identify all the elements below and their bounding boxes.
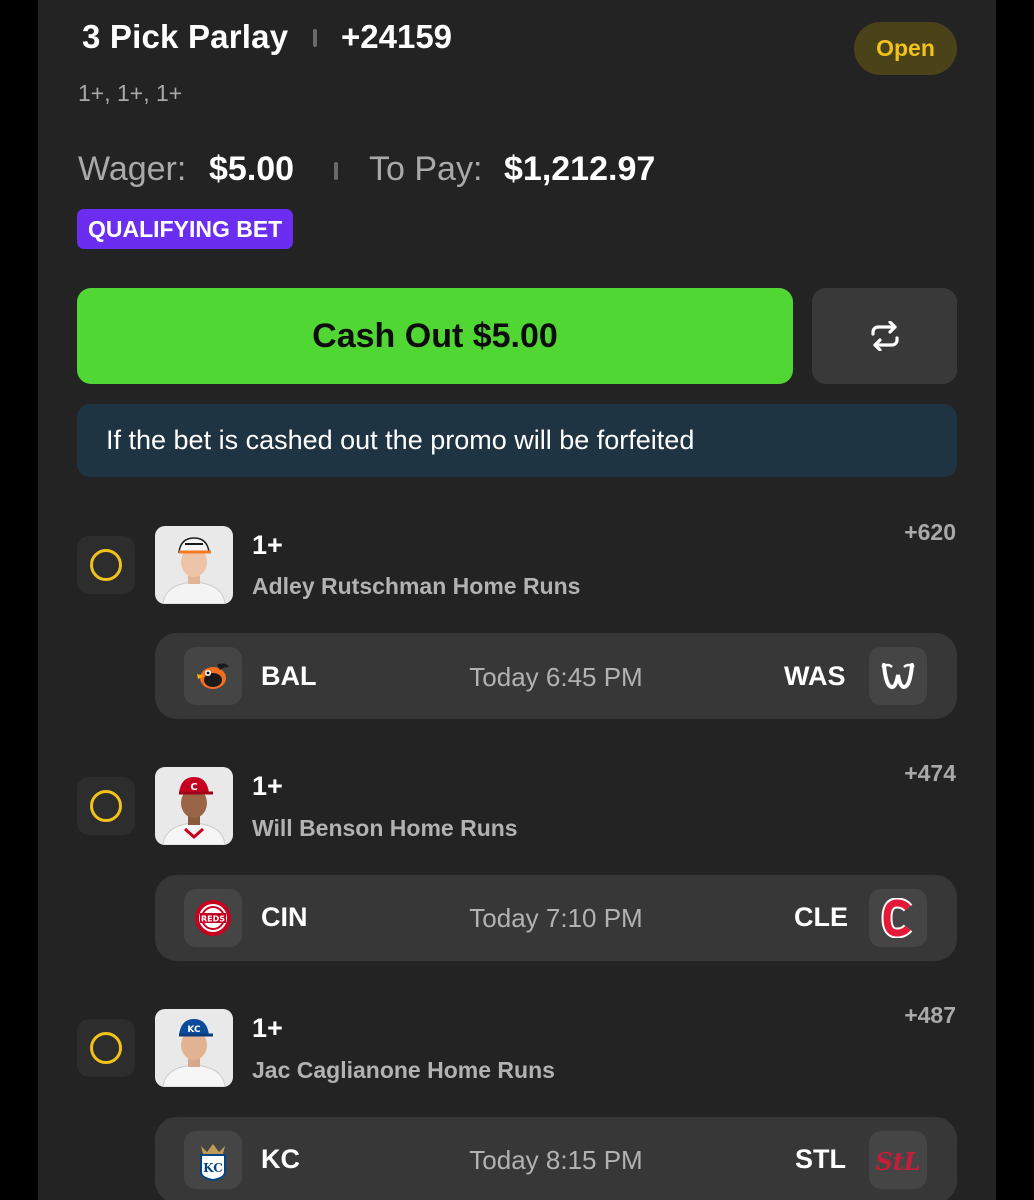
refresh-icon [870, 321, 899, 351]
leg-description: Jac Caglianone Home Runs [252, 1057, 555, 1083]
home-team: STL [795, 1144, 846, 1174]
qualifying-bet-badge: QUALIFYING BET [77, 209, 294, 249]
promo-notice: If the bet is cashed out the promo will … [77, 404, 957, 477]
leg-description: Will Benson Home Runs [252, 815, 518, 841]
svg-text:C: C [190, 782, 197, 793]
royals-logo-icon: KC [184, 1131, 242, 1189]
parlay-odds: +24159 [341, 18, 453, 55]
cash-out-button[interactable]: Cash Out $5.00 [77, 288, 793, 384]
leg-odds: +487 [904, 1002, 956, 1028]
leg-odds: +620 [904, 519, 956, 545]
title-divider [313, 29, 317, 47]
refresh-button[interactable] [812, 288, 957, 384]
game-time: Today 6:45 PM [469, 662, 643, 692]
player-headshot: KC [155, 1009, 233, 1087]
reds-logo-icon: REDS [184, 889, 242, 947]
game-time: Today 7:10 PM [469, 903, 643, 933]
svg-text:REDS: REDS [201, 915, 225, 924]
to-pay-label: To Pay: [369, 150, 483, 188]
orioles-logo-icon [184, 647, 242, 705]
nationals-logo-icon [869, 647, 927, 705]
wager-amount: $5.00 [209, 150, 295, 188]
leg-odds: +474 [904, 760, 956, 786]
pending-circle-icon [90, 549, 122, 581]
to-pay-amount: $1,212.97 [504, 150, 656, 188]
cardinals-logo-icon: StL [869, 1131, 927, 1189]
payout-divider [334, 162, 338, 180]
bet-title: 3 Pick Parlay [82, 18, 289, 55]
pending-circle-icon [90, 1032, 122, 1064]
status-badge: Open [854, 22, 957, 75]
leg-line: 1+ [252, 1013, 283, 1043]
svg-text:KC: KC [187, 1025, 201, 1035]
wager-label: Wager: [78, 150, 187, 188]
leg-line: 1+ [252, 530, 283, 560]
home-team: WAS [784, 661, 846, 691]
legs-summary: 1+, 1+, 1+ [78, 80, 183, 106]
svg-text:StL: StL [876, 1147, 920, 1176]
player-headshot [155, 526, 233, 604]
leg-description: Adley Rutschman Home Runs [252, 573, 581, 599]
away-team: KC [261, 1144, 300, 1174]
leg-status-indicator [77, 1019, 135, 1077]
away-team: CIN [261, 902, 308, 932]
guardians-logo-icon [869, 889, 927, 947]
game-time: Today 8:15 PM [469, 1145, 643, 1175]
home-team: CLE [794, 902, 848, 932]
leg-line: 1+ [252, 771, 283, 801]
leg-status-indicator [77, 536, 135, 594]
pending-circle-icon [90, 790, 122, 822]
leg-status-indicator [77, 777, 135, 835]
away-team: BAL [261, 661, 317, 691]
svg-text:KC: KC [203, 1161, 223, 1175]
player-headshot: C [155, 767, 233, 845]
